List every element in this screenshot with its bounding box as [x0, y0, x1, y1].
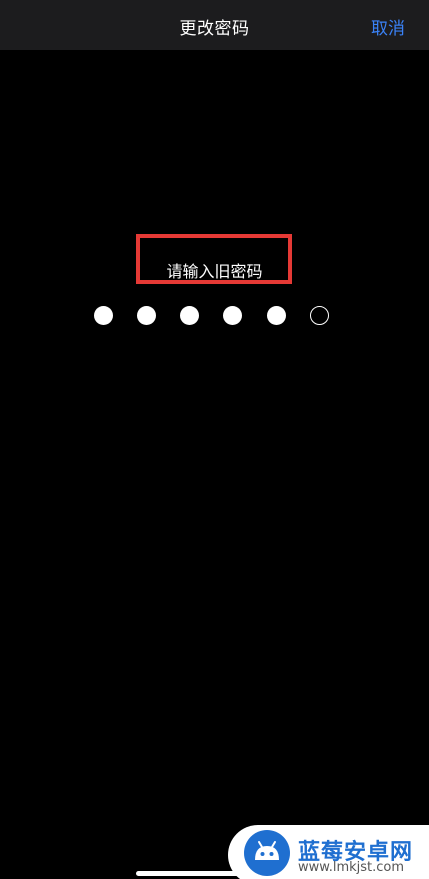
passcode-dot-3 — [180, 306, 199, 325]
page-title: 更改密码 — [179, 19, 250, 39]
passcode-dot-6 — [310, 306, 329, 325]
passcode-dot-1 — [94, 306, 113, 325]
passcode-dot-4 — [223, 306, 242, 325]
passcode-dot-2 — [137, 306, 156, 325]
watermark-url: www.lmkjst.com — [298, 860, 405, 875]
navigation-bar: 更改密码 取消 — [0, 0, 429, 50]
passcode-dot-5 — [267, 306, 286, 325]
android-robot-icon — [244, 830, 290, 876]
cancel-button[interactable]: 取消 — [371, 14, 405, 39]
prompt-label: 请输入旧密码 — [166, 262, 263, 281]
passcode-dots — [94, 306, 334, 326]
